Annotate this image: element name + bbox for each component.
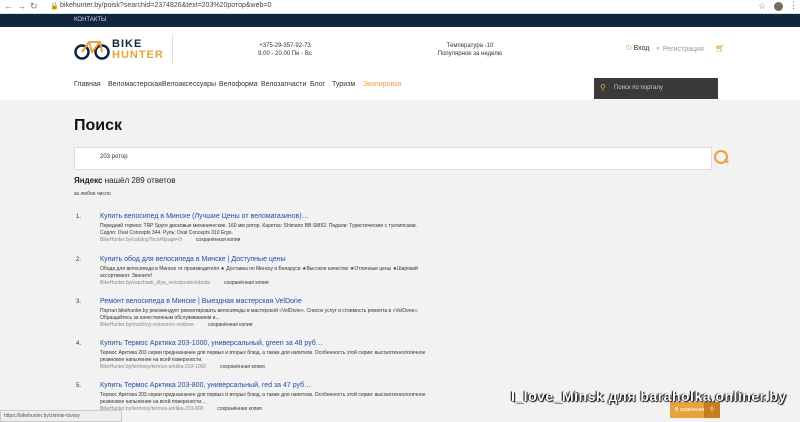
contacts-link[interactable]: КОНТАКТЫ xyxy=(74,17,106,23)
phone-number[interactable]: +375-29-357-92-73 xyxy=(230,42,340,50)
cached-copy-link[interactable]: сохранённая копия xyxy=(220,364,265,370)
nav-item-home[interactable]: Главная xyxy=(74,81,101,88)
cached-copy-link[interactable]: сохранённая копия xyxy=(208,322,253,328)
cached-copy-link[interactable]: сохранённая копия xyxy=(217,406,262,412)
login-icon: ⏻ xyxy=(626,45,632,52)
result-title-link[interactable]: Купить Термос Арктика 203-800, универсал… xyxy=(100,382,311,389)
status-bar: https://bikehunter.by/zimnie-tovary xyxy=(0,410,122,422)
nav-item-tourism[interactable]: Туризм xyxy=(332,81,355,88)
register-link[interactable]: ⚬ Регистрация xyxy=(655,45,704,53)
nav-item-clothing[interactable]: Велоформа xyxy=(219,81,258,88)
browser-menu-icon[interactable]: ⋮ xyxy=(789,0,798,11)
result-url[interactable]: BikeHunter.by/mobilnyj-veloservis-veldon… xyxy=(100,322,194,328)
address-bar[interactable]: bikehunter.by/poisk?searchid=2374826&tex… xyxy=(60,2,271,9)
result-url[interactable]: BikeHunter.by/catalog?bcn#8page=3 xyxy=(100,237,182,243)
results-count: нашёл 289 ответов xyxy=(104,176,176,185)
login-link[interactable]: ⏻ Вход xyxy=(626,45,649,53)
result-number: 2. xyxy=(76,257,82,263)
search-input[interactable]: 203 ротор xyxy=(74,147,712,170)
temperature: Температура -10 xyxy=(446,43,494,49)
page-title: Поиск xyxy=(74,117,123,134)
popular-week-link[interactable]: Популярное за неделю xyxy=(420,50,520,58)
divider xyxy=(172,35,173,63)
result-title-link[interactable]: Купить велосипед в Минске (Лучшие Цены о… xyxy=(100,213,309,220)
browser-toolbar: ← → ↻ 🔒 bikehunter.by/poisk?searchid=237… xyxy=(0,0,800,14)
back-icon[interactable]: ← xyxy=(4,1,13,11)
bike-logo-icon xyxy=(74,41,110,60)
result-snippet: Обода для велосипеда в Минске от произво… xyxy=(100,266,418,286)
register-icon: ⚬ xyxy=(655,46,661,53)
result-title-link[interactable]: Купить Термос Арктика 203-1000, универса… xyxy=(100,340,323,347)
bookmark-star-icon[interactable]: ☆ xyxy=(758,1,766,12)
cached-copy-link[interactable]: сохранённая копия xyxy=(196,237,241,243)
search-icon: ⚲ xyxy=(600,83,606,92)
search-button[interactable] xyxy=(710,147,731,168)
nav-item-accessories[interactable]: Велоаксессуары xyxy=(162,81,216,88)
results-summary: Яндекс нашёл 289 ответов xyxy=(74,176,175,185)
cart-icon[interactable]: 🛒︎ xyxy=(715,44,725,53)
result-url[interactable]: BikeHunter.by/zapchasti_dlya_velosipedov… xyxy=(100,280,210,286)
status-link-url: https://bikehunter.by/zimnie-tovary xyxy=(4,413,80,419)
watermark: I_love_Minsk для baraholka.onliner.by xyxy=(511,388,787,404)
result-snippet: Термос Арктика 203 серии предназначен дл… xyxy=(100,350,426,370)
result-url[interactable]: BikeHunter.by/termosy/termos-arktika-203… xyxy=(100,364,206,370)
weather-block: Температура -10 Популярное за неделю xyxy=(420,42,520,58)
nav-item-parts[interactable]: Велозапчасти xyxy=(261,81,306,88)
result-number: 1. xyxy=(76,214,82,220)
nav-item-workshop[interactable]: Веломастерская xyxy=(108,81,162,88)
compare-label: В сравнении xyxy=(675,407,705,413)
lock-icon: 🔒 xyxy=(50,3,59,10)
result-snippet: Передний тормоз: TRP Spyre дисковые меха… xyxy=(100,223,417,243)
nav-item-blog[interactable]: Блог xyxy=(310,81,325,88)
yandex-logo: Яндекс xyxy=(74,176,103,185)
compare-count-badge: 0 xyxy=(704,402,720,418)
result-number: 3. xyxy=(76,299,82,305)
logo-text-hunter: HUNTER xyxy=(112,49,164,61)
avatar[interactable] xyxy=(774,2,783,11)
reload-icon[interactable]: ↻ xyxy=(30,1,38,12)
result-snippet: Портал bikehunter.by рекомендует ремонти… xyxy=(100,308,419,328)
site-search[interactable]: ⚲ Поиск по порталу xyxy=(594,78,718,99)
cached-copy-link[interactable]: сохранённая копия xyxy=(224,280,269,286)
working-hours: 9.00 - 20.00 Пн - Вс xyxy=(258,51,312,57)
top-contacts-bar: КОНТАКТЫ xyxy=(0,14,800,27)
login-label: Вход xyxy=(633,45,650,52)
result-title-link[interactable]: Ремонт велосипеда в Минске | Выездная ма… xyxy=(100,298,302,305)
result-number: 4. xyxy=(76,341,82,347)
register-label: Регистрация xyxy=(662,46,704,53)
forward-icon[interactable]: → xyxy=(17,1,26,11)
phone-block: +375-29-357-92-73 9.00 - 20.00 Пн - Вс xyxy=(230,42,340,58)
site-search-input[interactable]: Поиск по порталу xyxy=(614,85,663,91)
nav-item-equipment[interactable]: Экипировка xyxy=(363,81,401,88)
result-snippet: Термос Арктика 203 серии предназначен дл… xyxy=(100,392,426,412)
search-query: 203 ротор xyxy=(100,154,128,160)
result-title-link[interactable]: Купить обод для велосипеда в Минске | До… xyxy=(100,256,286,263)
time-filter[interactable]: за любое число xyxy=(74,191,111,197)
result-number: 5. xyxy=(76,383,82,389)
